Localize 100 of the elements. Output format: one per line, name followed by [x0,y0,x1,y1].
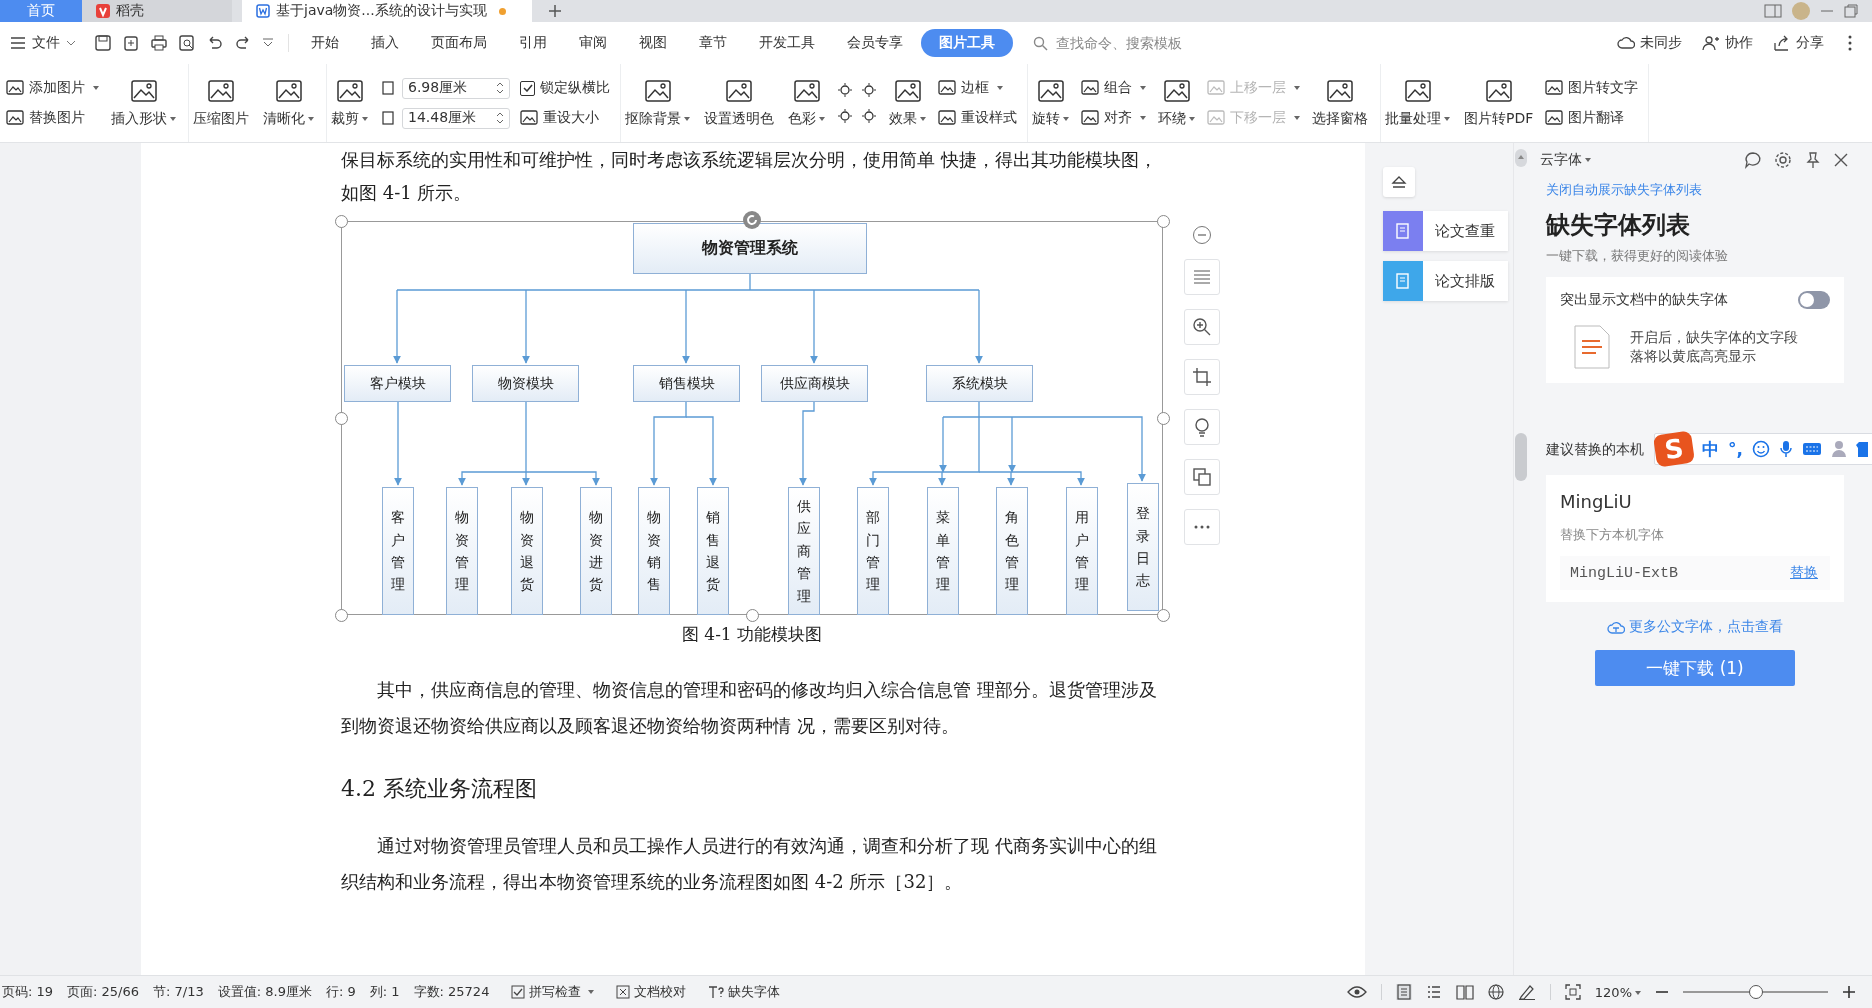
ribbon-button[interactable]: 重设样式 [938,106,1017,130]
resize-handle[interactable] [335,412,348,425]
side-tool-button[interactable]: 论文排版 [1383,261,1508,301]
shirt-icon[interactable] [1855,440,1868,458]
status-tool-button[interactable]: 文档校对 [616,983,687,1001]
settings-icon[interactable] [1774,151,1792,169]
lock-ratio-checkbox[interactable]: 锁定纵横比 [520,76,610,100]
ime-logo[interactable]: S [1652,430,1696,468]
ribbon-tab[interactable]: 审阅 [565,29,621,57]
outline-view-icon[interactable] [1425,984,1442,1000]
collapse-button[interactable] [1383,167,1415,197]
panel-title[interactable]: 云字体 [1540,151,1591,169]
fit-window-icon[interactable] [1564,984,1581,1000]
ribbon-button[interactable]: 对齐 [1081,106,1146,130]
ribbon-button[interactable]: 效果 [887,74,928,132]
ribbon-tab[interactable]: 插入 [357,29,413,57]
scrollbar-thumb[interactable] [1515,433,1527,481]
print-preview-icon[interactable] [178,34,196,52]
status-tool-button[interactable]: 拼写检查 [511,983,595,1001]
save-icon[interactable] [94,34,112,52]
zoom-button[interactable] [1184,309,1220,345]
ribbon-button[interactable]: 添加图片 [6,76,99,100]
print-icon[interactable] [150,34,168,52]
restore-icon[interactable] [1844,4,1858,18]
resize-handle[interactable] [1157,609,1170,622]
keyboard-icon[interactable] [1801,442,1822,456]
ribbon-button[interactable]: 抠除背景 [623,74,692,132]
sun-icon[interactable] [837,108,853,124]
ribbon-button[interactable]: 清晰化 [261,74,316,132]
ribbon-button[interactable]: 压缩图片 [191,74,251,132]
search-field[interactable]: 查找命令、搜索模板 [1033,34,1218,52]
punctuation-toggle[interactable]: °, [1728,439,1743,459]
new-tab-icon[interactable] [548,4,562,18]
export-icon[interactable] [122,34,140,52]
sun-icon[interactable] [861,82,877,98]
size-spinbox[interactable]: 14.48厘米 [402,107,510,129]
zoom-dropdown[interactable]: 120% [1594,984,1641,1000]
ribbon-button[interactable]: 图片转文字 [1545,76,1639,100]
resize-handle[interactable] [746,609,759,622]
layout-options-button[interactable] [1184,259,1220,295]
file-menu-button[interactable]: 文件 [10,34,86,52]
ribbon-button[interactable]: 插入形状 [109,74,178,132]
ribbon-button[interactable]: 裁剪 [329,74,370,132]
size-spinbox[interactable]: 6.98厘米 [402,77,510,99]
ribbon-tab[interactable]: 页面布局 [417,29,501,57]
replace-link[interactable]: 替换 [1790,564,1818,582]
input-mode-toggle[interactable]: 中 [1702,437,1719,461]
document-tab[interactable]: 基于java物资...系统的设计与实现 [242,0,532,22]
ribbon-button[interactable]: 组合 [1081,76,1146,100]
document-tab[interactable]: 稻壳 [82,0,232,22]
ribbon-button[interactable]: 批量处理 [1383,74,1452,132]
extract-button[interactable] [1184,459,1220,495]
sun-icon[interactable] [861,108,877,124]
ribbon-button[interactable]: 色彩 [786,74,827,132]
resize-handle[interactable] [335,609,348,622]
status-tool-button[interactable]: 缺失字体 [708,983,781,1001]
ribbon-button[interactable]: 选择窗格 [1310,74,1370,132]
checkbox[interactable] [520,80,535,96]
minus-circle-icon[interactable] [1192,225,1212,245]
sun-icon[interactable] [837,82,853,98]
resize-handle[interactable] [1157,412,1170,425]
ribbon-button[interactable]: 旋转 [1030,74,1071,132]
pin-icon[interactable] [1804,151,1822,169]
microphone-icon[interactable] [1778,440,1793,458]
layout-icon[interactable] [1764,4,1782,18]
more-icon[interactable] [1848,35,1852,51]
slider-thumb[interactable] [1748,985,1763,999]
toolbar-action-button[interactable]: 协作 [1702,34,1753,52]
ribbon-button[interactable]: 边框 [938,76,1017,100]
ribbon-tab[interactable]: 章节 [685,29,741,57]
ribbon-button[interactable]: 环绕 [1156,74,1197,132]
book-icon[interactable] [1455,984,1474,1000]
smiley-icon[interactable] [1751,440,1770,458]
toolbar-action-button[interactable]: 未同步 [1617,34,1682,52]
ribbon-button[interactable]: 重设大小 [520,106,610,130]
more-fonts-link[interactable]: 更多公文字体，点击查看 [1546,618,1844,636]
side-tool-button[interactable]: 论文查重 [1383,211,1508,251]
resize-handle[interactable] [335,215,348,228]
scroll-up-icon[interactable] [1515,149,1527,167]
ribbon-button[interactable]: 图片转PDF [1462,74,1536,132]
ribbon-button[interactable]: 图片翻译 [1545,106,1639,130]
smart-button[interactable] [1184,409,1220,445]
zoom-in-icon[interactable] [1842,985,1856,999]
toggle-switch[interactable] [1798,291,1830,309]
page-view-icon[interactable] [1395,984,1412,1000]
ribbon-tab[interactable]: 开发工具 [745,29,829,57]
toolbar-action-button[interactable]: 分享 [1773,34,1824,52]
rotate-handle-icon[interactable] [742,210,762,230]
ribbon-button[interactable]: 替换图片 [6,106,99,130]
chevron-down-icon[interactable] [262,38,274,48]
globe-icon[interactable] [1487,984,1504,1000]
close-icon[interactable] [1834,153,1848,167]
close-auto-show-link[interactable]: 关闭自动展示缺失字体列表 [1546,181,1856,199]
resize-handle[interactable] [1157,215,1170,228]
ribbon-tab[interactable]: 会员专享 [833,29,917,57]
eye-icon[interactable] [1346,985,1367,999]
chat-icon[interactable] [1744,151,1762,169]
crop-button[interactable] [1184,359,1220,395]
ribbon-tab[interactable]: 引用 [505,29,561,57]
ribbon-tab[interactable]: 开始 [297,29,353,57]
